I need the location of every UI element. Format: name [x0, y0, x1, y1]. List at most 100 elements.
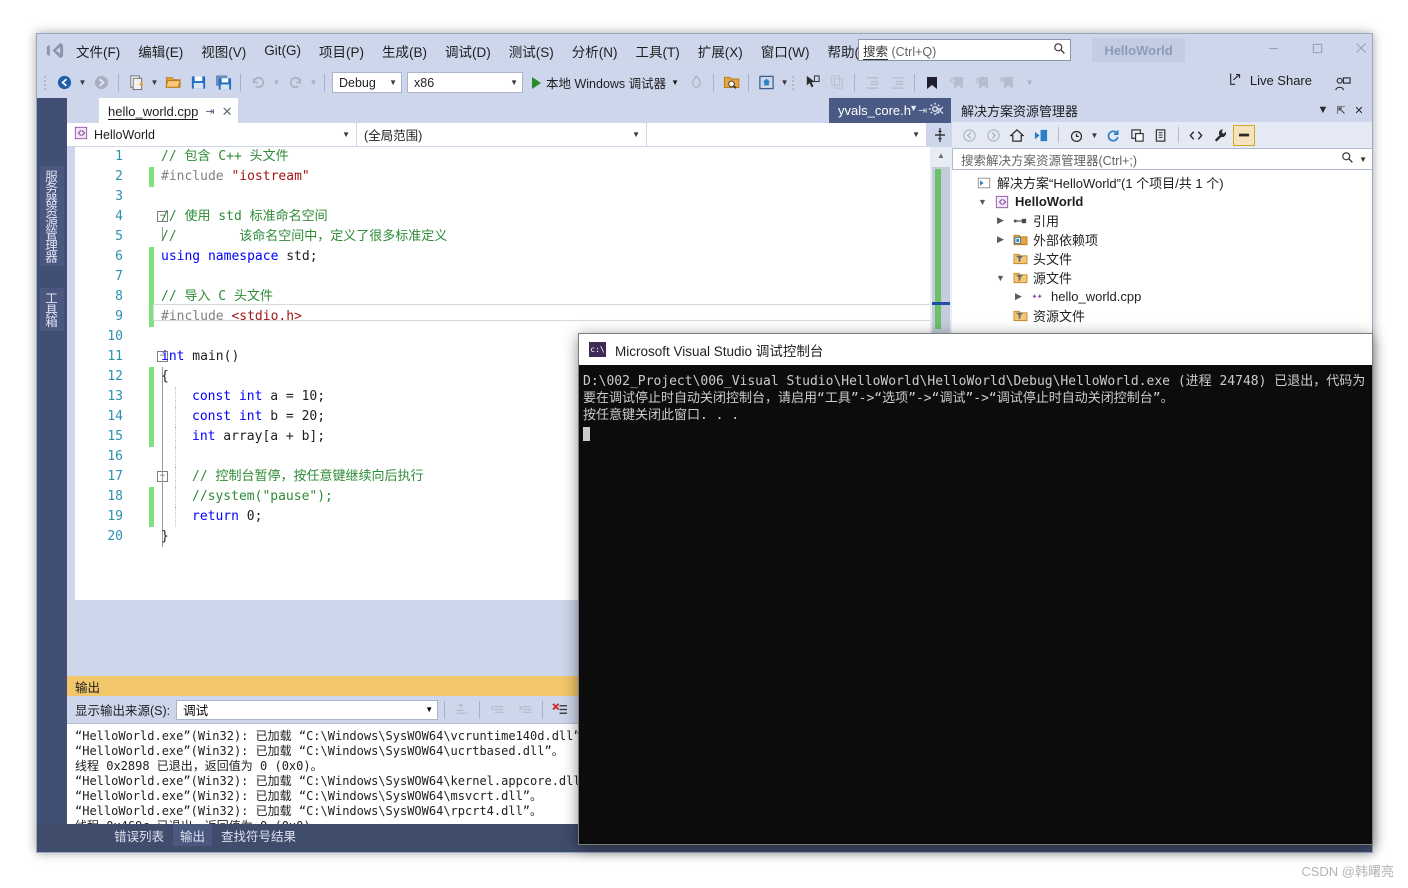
toolbar-grip[interactable]	[791, 74, 799, 92]
new-item-icon[interactable]	[124, 71, 148, 95]
back-icon[interactable]	[958, 125, 980, 146]
dock-tab-toolbox[interactable]: 工具箱	[40, 288, 64, 331]
code-line[interactable]: 6 using namespace std;	[75, 247, 930, 267]
toggle-bookmark-icon[interactable]	[920, 71, 944, 95]
navigate-forward-icon[interactable]	[89, 71, 113, 95]
menu-item-debug[interactable]: 调试(D)	[436, 37, 500, 65]
sync-with-active-document-icon[interactable]	[1030, 125, 1052, 146]
open-file-icon[interactable]	[161, 71, 185, 95]
preview-selected-items-icon[interactable]	[1233, 124, 1255, 146]
code-line[interactable]: 7	[75, 267, 930, 287]
select-element-icon[interactable]	[800, 71, 824, 95]
expander-collapsed-icon[interactable]: ▶	[994, 215, 1007, 226]
new-item-dropdown-icon[interactable]: ▼	[149, 78, 160, 87]
close-icon[interactable]: ✕	[1350, 104, 1368, 117]
bottom-tab-error-list[interactable]: 错误列表	[107, 824, 171, 847]
console-output[interactable]: D:\002_Project\006_Visual Studio\HelloWo…	[579, 365, 1372, 844]
menu-item-file[interactable]: 文件(F)	[67, 37, 129, 65]
hot-reload-icon[interactable]	[684, 71, 708, 95]
panel-menu-icon[interactable]: ▼	[1314, 104, 1332, 116]
menu-item-analyze[interactable]: 分析(N)	[563, 37, 627, 65]
next-message-icon[interactable]	[514, 700, 536, 720]
window-maximize-button[interactable]	[1301, 37, 1333, 59]
active-project-chip[interactable]: HelloWorld	[1092, 38, 1185, 62]
navbar-scope-dropdown[interactable]: (全局范围) ▼	[357, 123, 647, 146]
search-input[interactable]: 搜索 (Ctrl+Q)	[858, 39, 1071, 61]
start-debugging-button[interactable]: 本地 Windows 调试器 ▼	[526, 71, 683, 95]
chevron-down-icon[interactable]: ▼	[671, 78, 679, 87]
properties-icon[interactable]	[1209, 125, 1231, 146]
clear-bookmarks-icon[interactable]	[995, 71, 1019, 95]
tree-node[interactable]: 资源文件	[952, 306, 1372, 325]
redo-icon[interactable]	[283, 71, 307, 95]
expander-expanded-icon[interactable]: ▼	[976, 197, 989, 207]
save-icon[interactable]	[186, 71, 210, 95]
tree-node[interactable]: ▶ 引用	[952, 211, 1372, 230]
tree-node[interactable]: ▶ 外部依赖项	[952, 230, 1372, 249]
close-icon[interactable]: ✕	[222, 104, 233, 120]
menu-item-extensions[interactable]: 扩展(X)	[689, 37, 752, 65]
code-line[interactable]: 4−// 使用 std 标准命名空间	[75, 207, 930, 227]
tree-node[interactable]: 头文件	[952, 249, 1372, 268]
solution-explorer-search-input[interactable]: 搜索解决方案资源管理器(Ctrl+;) ▼	[952, 148, 1372, 170]
search-folder-icon[interactable]	[719, 71, 743, 95]
window-close-button[interactable]	[1345, 37, 1372, 59]
tree-node[interactable]: ▼ HelloWorld	[952, 192, 1372, 211]
navbar-project-dropdown[interactable]: HelloWorld ▼	[67, 123, 357, 146]
pending-changes-icon[interactable]	[1065, 125, 1087, 146]
navbar-member-dropdown[interactable]: ▼	[647, 123, 927, 146]
refresh-icon[interactable]	[1102, 125, 1124, 146]
menu-item-tools[interactable]: 工具(T)	[627, 37, 689, 65]
dock-tab-server-explorer[interactable]: 服务器资源管理器	[40, 166, 64, 266]
view-code-icon[interactable]	[1185, 125, 1207, 146]
undo-dropdown-icon[interactable]: ▼	[271, 78, 282, 87]
collapse-all-icon[interactable]	[1126, 125, 1148, 146]
toolbar-overflow-icon[interactable]: ▼	[1024, 78, 1035, 87]
undo-icon[interactable]	[246, 71, 270, 95]
solution-platform-dropdown[interactable]: x86 ▼	[407, 72, 523, 93]
menu-item-project[interactable]: 项目(P)	[310, 37, 373, 65]
scroll-up-icon[interactable]: ▲	[930, 147, 952, 164]
menu-item-test[interactable]: 测试(S)	[500, 37, 563, 65]
next-bookmark-icon[interactable]	[970, 71, 994, 95]
go-to-message-icon[interactable]	[451, 700, 473, 720]
tree-node[interactable]: 解决方案“HelloWorld”(1 个项目/共 1 个)	[952, 173, 1372, 192]
editor-tab-hello-world-cpp[interactable]: hello_world.cpp ⇥ ✕	[99, 98, 239, 123]
code-line[interactable]: 3	[75, 187, 930, 207]
menu-item-window[interactable]: 窗口(W)	[752, 37, 819, 65]
expander-collapsed-icon[interactable]: ▶	[994, 234, 1007, 245]
output-source-dropdown[interactable]: 调试 ▼	[176, 699, 439, 720]
clear-output-icon[interactable]	[549, 700, 571, 720]
pin-icon[interactable]: ⇥	[205, 105, 214, 118]
navigate-backward-dropdown-icon[interactable]: ▼	[77, 78, 88, 87]
solution-configuration-dropdown[interactable]: Debug ▼	[332, 72, 402, 93]
code-line[interactable]: 2 #include "iostream"	[75, 167, 930, 187]
code-line[interactable]: 1 // 包含 C++ 头文件	[75, 147, 930, 167]
save-all-icon[interactable]	[211, 71, 235, 95]
previous-bookmark-icon[interactable]	[945, 71, 969, 95]
tree-node[interactable]: ▶ hello_world.cpp	[952, 287, 1372, 306]
menu-item-view[interactable]: 视图(V)	[192, 37, 255, 65]
redo-dropdown-icon[interactable]: ▼	[308, 78, 319, 87]
expander-collapsed-icon[interactable]: ▶	[1012, 291, 1025, 302]
menu-item-build[interactable]: 生成(B)	[373, 37, 436, 65]
bottom-tab-output[interactable]: 输出	[173, 823, 213, 847]
editor-tab-overflow-icon[interactable]: ▼	[909, 103, 918, 113]
home-icon[interactable]	[1006, 125, 1028, 146]
copy-element-icon[interactable]	[825, 71, 849, 95]
tree-node[interactable]: ▼ 源文件	[952, 268, 1372, 287]
indent-increase-icon[interactable]	[885, 71, 909, 95]
indent-decrease-icon[interactable]	[860, 71, 884, 95]
forward-icon[interactable]	[982, 125, 1004, 146]
live-visual-tree-dropdown-icon[interactable]: ▼	[779, 78, 790, 87]
previous-message-icon[interactable]	[486, 700, 508, 720]
debug-console-window[interactable]: c:\ Microsoft Visual Studio 调试控制台 D:\002…	[578, 333, 1373, 845]
menu-item-edit[interactable]: 编辑(E)	[129, 37, 192, 65]
pin-icon[interactable]: ⇱	[1332, 104, 1350, 117]
pin-icon[interactable]: ⇥	[918, 104, 927, 117]
chevron-down-icon[interactable]: ▼	[1359, 155, 1367, 164]
live-share-button[interactable]: Live Share	[1228, 71, 1312, 90]
window-minimize-button[interactable]	[1257, 37, 1289, 59]
pending-changes-dropdown-icon[interactable]: ▼	[1089, 131, 1100, 140]
toolbar-grip[interactable]	[43, 74, 51, 92]
